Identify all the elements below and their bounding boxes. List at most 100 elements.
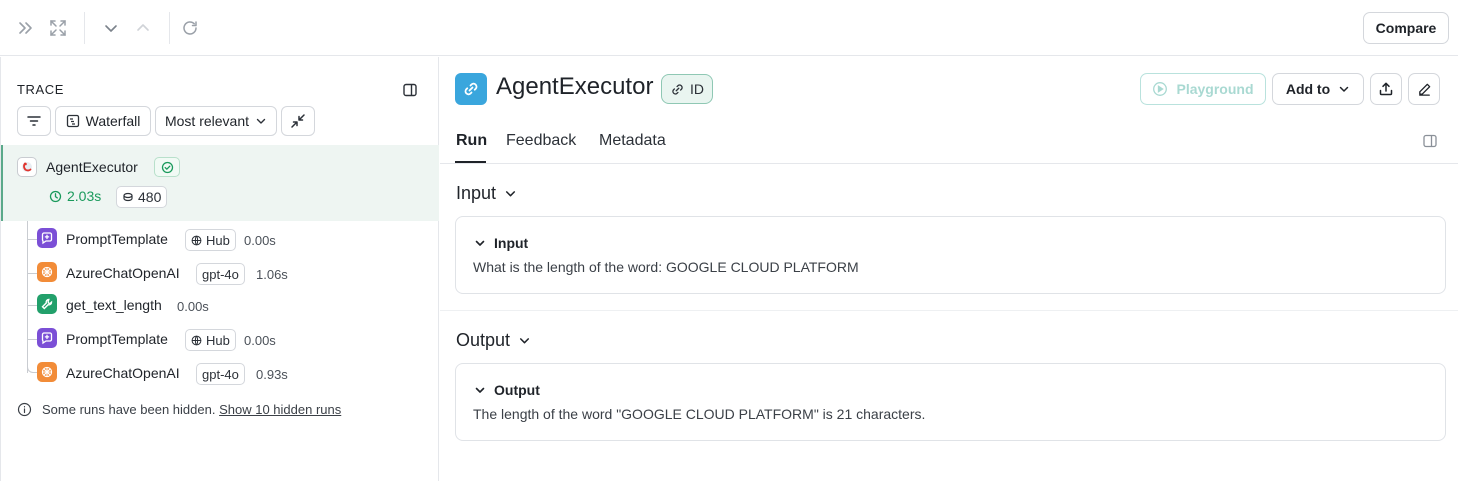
playground-button[interactable]: Playground [1140, 73, 1266, 105]
chain-icon [17, 157, 37, 177]
clock-icon [49, 190, 62, 202]
tag-label: gpt-4o [202, 266, 239, 282]
edit-button[interactable] [1408, 73, 1440, 105]
run-name: AgentExecutor [46, 159, 138, 175]
hub-badge: Hub [185, 329, 236, 351]
chain-link-icon [455, 73, 487, 105]
play-icon [1153, 82, 1168, 96]
waterfall-label: Waterfall [85, 113, 141, 129]
chevron-up-icon[interactable] [133, 18, 153, 38]
globe-icon [191, 235, 202, 245]
trace-title: TRACE [17, 82, 65, 97]
output-section-label: Output [456, 330, 511, 350]
collapse-all-button[interactable] [281, 106, 315, 136]
trace-row-get-text-length[interactable]: get_text_length 0.00s [1, 291, 439, 321]
run-name: AzureChatOpenAI [66, 265, 180, 281]
side-panel-toggle-icon[interactable] [1422, 133, 1438, 149]
run-duration: 0.00s [244, 233, 276, 248]
add-to-label: Add to [1285, 81, 1331, 97]
run-duration: 0.00s [177, 299, 209, 314]
tabs-divider [440, 163, 1458, 164]
sidebar-toggle-icon[interactable] [402, 82, 418, 98]
run-name: get_text_length [66, 297, 162, 313]
success-badge [154, 157, 180, 177]
model-badge: gpt-4o [196, 363, 245, 385]
input-card-title: Input [494, 235, 529, 251]
run-name: PromptTemplate [66, 231, 168, 247]
wrench-icon [37, 294, 57, 314]
input-section-label: Input [456, 183, 497, 203]
tab-feedback[interactable]: Feedback [506, 132, 576, 150]
copy-id-button[interactable]: ID [661, 74, 713, 104]
input-card-toggle[interactable]: Input [474, 235, 528, 251]
add-to-dropdown[interactable]: Add to [1272, 73, 1364, 105]
collapse-icon [291, 114, 305, 128]
link-icon [672, 83, 683, 95]
pencil-icon [1418, 83, 1430, 96]
trace-row-prompttemplate[interactable]: PromptTemplate Hub 0.00s [1, 325, 439, 355]
show-hidden-runs-link[interactable]: Show 10 hidden runs [219, 402, 341, 417]
waterfall-button[interactable]: Waterfall [55, 106, 151, 136]
model-badge: gpt-4o [196, 263, 245, 285]
globe-icon [191, 335, 202, 345]
run-name: PromptTemplate [66, 331, 168, 347]
llm-icon [37, 262, 57, 282]
input-card: Input What is the length of the word: GO… [455, 216, 1446, 294]
duration-value: 2.03s [67, 188, 102, 204]
info-icon [17, 402, 32, 417]
tokens-icon [123, 192, 133, 202]
chevron-down-icon [519, 338, 530, 344]
check-circle-icon [161, 161, 173, 173]
run-duration: 0.00s [244, 333, 276, 348]
chevron-down-icon [1339, 86, 1349, 92]
trace-row-azurechatopenai[interactable]: AzureChatOpenAI gpt-4o 0.93s [1, 359, 439, 389]
share-button[interactable] [1370, 73, 1402, 105]
toolbar-divider [169, 12, 170, 44]
top-toolbar: Compare [0, 0, 1458, 56]
trace-row-prompttemplate[interactable]: PromptTemplate Hub 0.00s [1, 225, 439, 255]
hidden-runs-text: Some runs have been hidden. [42, 402, 216, 417]
prompt-icon [37, 228, 57, 248]
section-divider [440, 310, 1458, 311]
run-title: AgentExecutor [496, 73, 654, 100]
trace-panel: TRACE Waterfall Most relevant AgentExecu… [0, 57, 439, 481]
chevron-down-icon [505, 191, 516, 197]
upload-icon [1379, 82, 1393, 96]
duration-badge: 2.03s [49, 188, 101, 204]
prompt-icon [37, 328, 57, 348]
sort-dropdown[interactable]: Most relevant [155, 106, 277, 136]
trace-row-azurechatopenai[interactable]: AzureChatOpenAI gpt-4o 1.06s [1, 259, 439, 289]
run-name: AzureChatOpenAI [66, 365, 180, 381]
trace-root-row[interactable]: AgentExecutor 2.03s 480 [1, 145, 439, 221]
output-card: Output The length of the word "GOOGLE CL… [455, 363, 1446, 441]
output-value: The length of the word "GOOGLE CLOUD PLA… [473, 406, 926, 422]
expand-panel-icon[interactable] [16, 18, 36, 38]
output-section-toggle[interactable]: Output [456, 330, 531, 351]
output-card-toggle[interactable]: Output [474, 382, 540, 398]
tab-run[interactable]: Run [456, 132, 487, 150]
chevron-down-icon[interactable] [101, 18, 121, 38]
tag-label: Hub [206, 332, 230, 348]
tag-label: Hub [206, 232, 230, 248]
refresh-icon[interactable] [180, 18, 200, 38]
tab-metadata[interactable]: Metadata [599, 132, 666, 150]
sort-label: Most relevant [164, 113, 250, 129]
chevron-down-icon [475, 240, 485, 246]
token-badge: 480 [116, 186, 168, 208]
chevron-down-icon [256, 118, 266, 124]
tag-label: gpt-4o [202, 366, 239, 382]
input-section-toggle[interactable]: Input [456, 183, 517, 204]
toolbar-divider [84, 12, 85, 44]
output-card-title: Output [494, 382, 540, 398]
run-duration: 1.06s [256, 267, 288, 282]
hub-badge: Hub [185, 229, 236, 251]
compare-button[interactable]: Compare [1363, 12, 1449, 44]
filter-button[interactable] [17, 106, 51, 136]
hidden-runs-notice: Some runs have been hidden. Show 10 hidd… [17, 402, 341, 417]
token-count: 480 [138, 189, 162, 205]
fullscreen-icon[interactable] [48, 18, 68, 38]
input-value: What is the length of the word: GOOGLE C… [473, 259, 859, 275]
run-duration: 0.93s [256, 367, 288, 382]
id-label: ID [690, 81, 704, 97]
playground-label: Playground [1176, 81, 1254, 97]
